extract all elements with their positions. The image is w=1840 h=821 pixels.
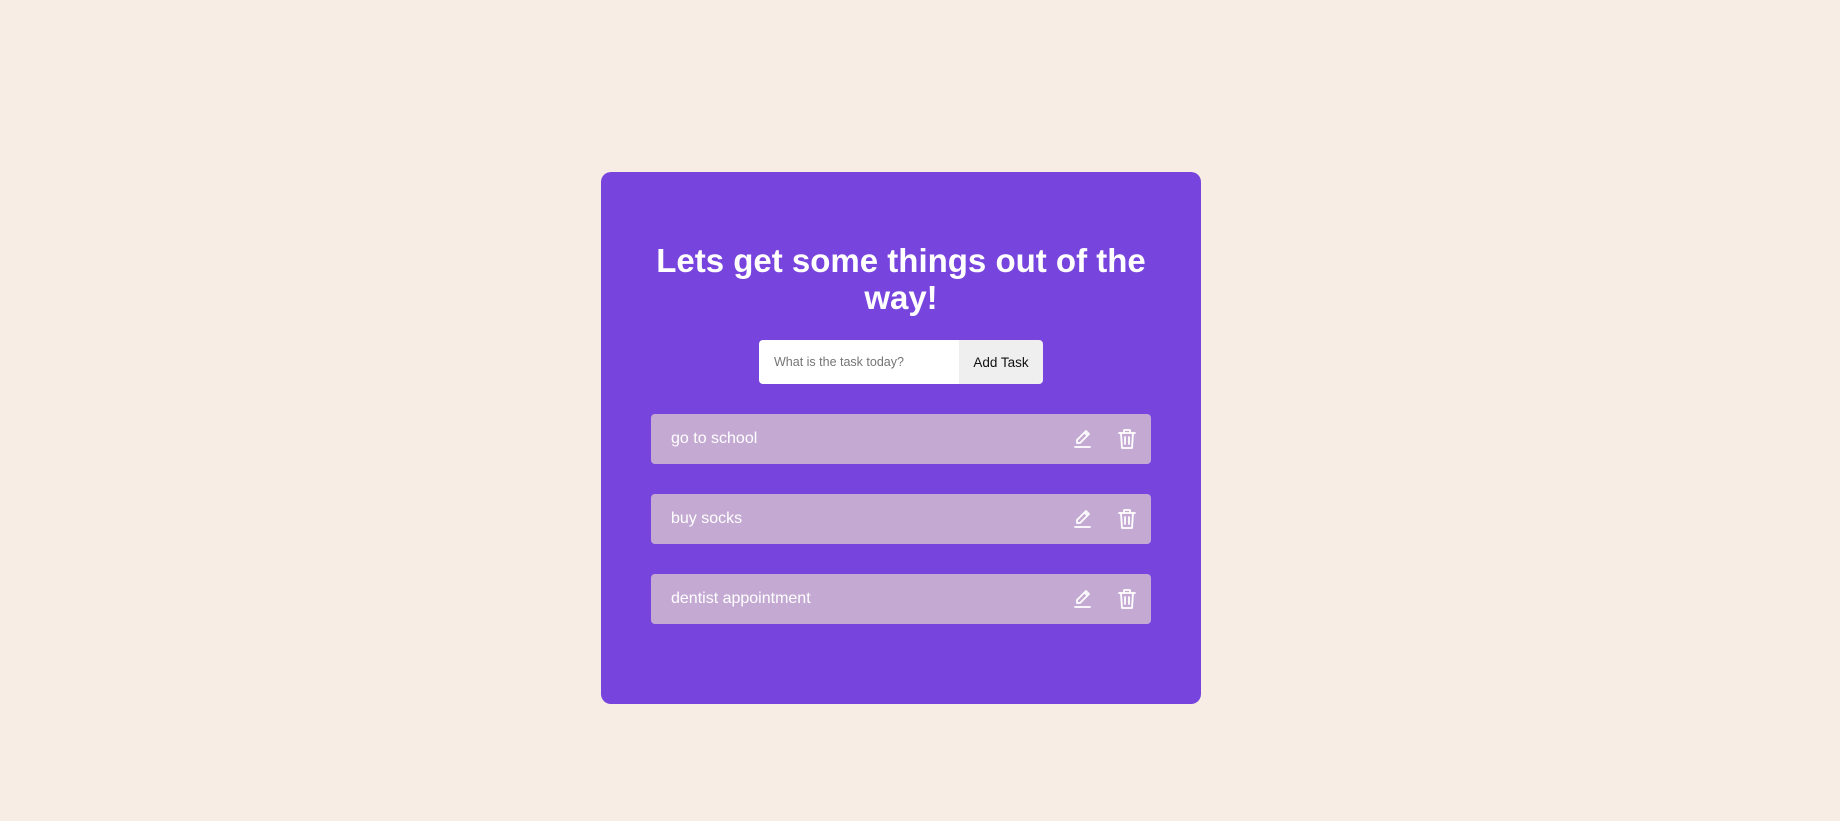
trash-icon[interactable] (1115, 587, 1139, 611)
page-title: Lets get some things out of the way! (656, 242, 1146, 316)
trash-icon[interactable] (1115, 507, 1139, 531)
pencil-icon[interactable] (1071, 427, 1095, 451)
pencil-icon[interactable] (1071, 587, 1095, 611)
task-input[interactable] (759, 340, 959, 384)
task-item: dentist appointment (651, 574, 1151, 624)
task-list: go to school buy socks dentist appointme… (651, 414, 1151, 654)
task-text: buy socks (671, 510, 743, 527)
task-form: Add Task (759, 340, 1043, 384)
todo-card: Lets get some things out of the way! Add… (601, 172, 1201, 704)
task-text: dentist appointment (671, 590, 811, 607)
add-task-button[interactable]: Add Task (959, 340, 1043, 384)
task-item: buy socks (651, 494, 1151, 544)
task-text: go to school (671, 430, 758, 447)
pencil-icon[interactable] (1071, 507, 1095, 531)
trash-icon[interactable] (1115, 427, 1139, 451)
task-item: go to school (651, 414, 1151, 464)
